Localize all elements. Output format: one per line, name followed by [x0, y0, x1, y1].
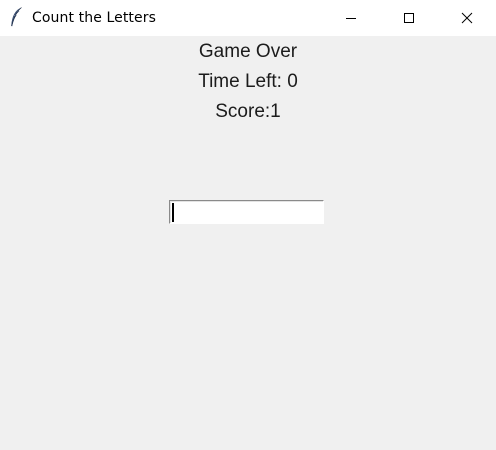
title-bar[interactable]: Count the Letters [0, 0, 496, 36]
time-left-label: Time Left: 0 [198, 71, 298, 92]
maximize-icon [404, 13, 414, 23]
close-icon [461, 12, 473, 24]
game-status-label: Game Over [198, 41, 298, 62]
score-label: Score:1 [215, 101, 281, 122]
window-title: Count the Letters [32, 10, 156, 26]
maximize-button[interactable] [380, 0, 438, 36]
answer-input[interactable] [169, 200, 324, 224]
tk-feather-icon [9, 7, 23, 27]
close-button[interactable] [438, 0, 496, 36]
minimize-button[interactable] [322, 0, 380, 36]
minimize-icon [346, 18, 356, 19]
text-cursor [172, 203, 174, 222]
app-window: Count the Letters Game Over Time Left: 0… [0, 0, 496, 450]
